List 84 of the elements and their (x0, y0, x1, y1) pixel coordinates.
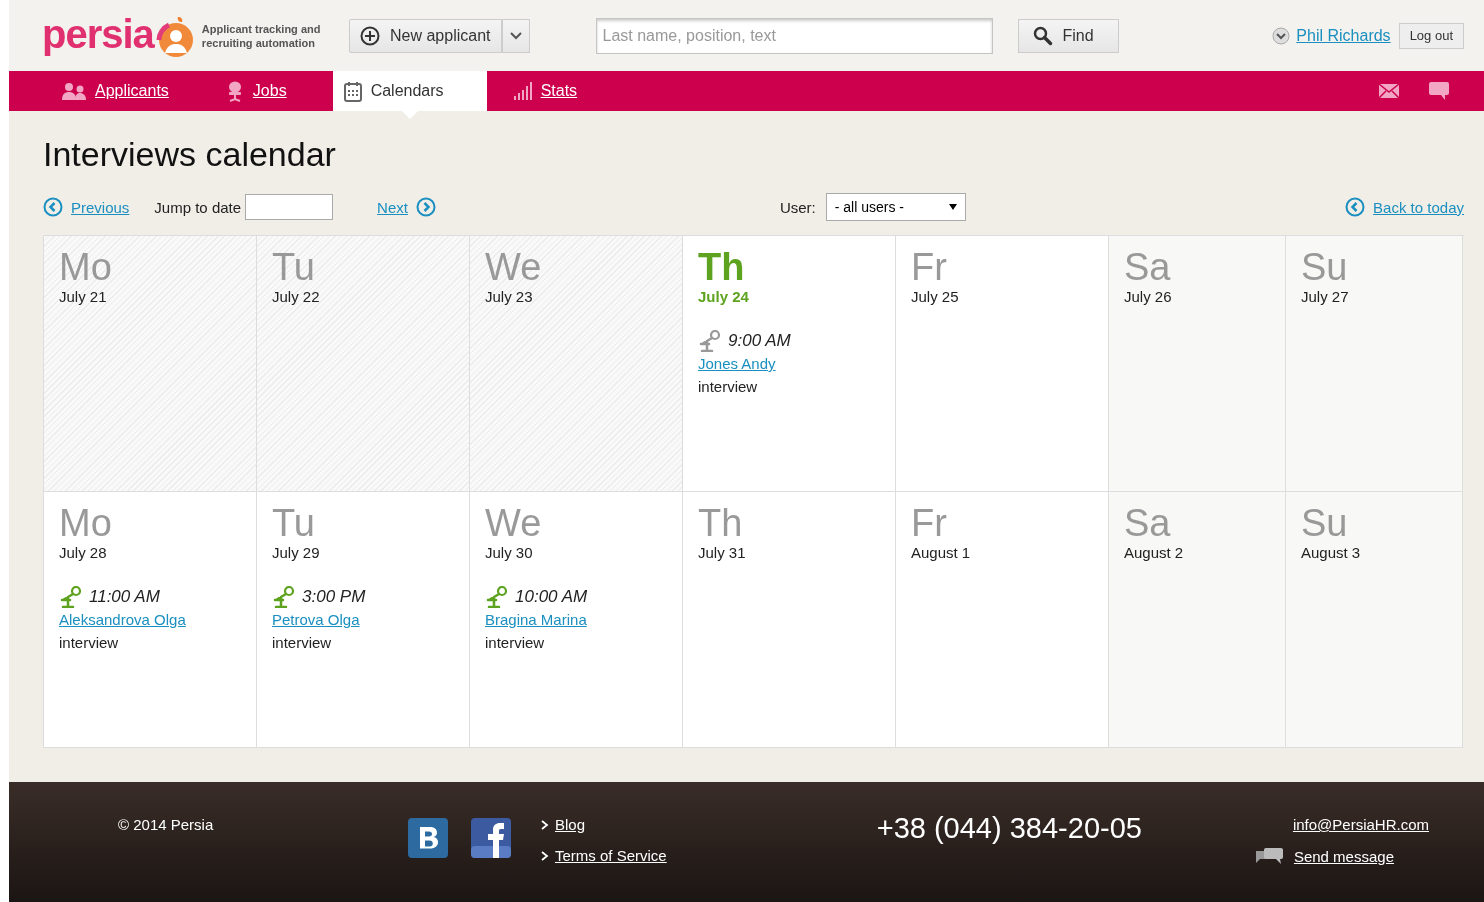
nav-tab[interactable]: Applicants (51, 71, 179, 111)
day-date: July 30 (485, 544, 534, 561)
day-date: August 3 (1301, 544, 1362, 561)
logout-button[interactable]: Log out (1398, 22, 1464, 49)
previous-link[interactable]: Previous (71, 198, 130, 216)
chevron-circle-icon (1272, 26, 1291, 45)
day-date: July 27 (1301, 288, 1350, 305)
phone-number: +38 (044) 384-20-05 (876, 812, 1142, 845)
arrow-left-circle-icon (43, 197, 63, 217)
user-label: User: (779, 198, 816, 216)
weekday: We (485, 502, 543, 544)
weekday: Sa (1124, 246, 1172, 288)
dropdown-button[interactable] (501, 18, 530, 53)
next-link[interactable]: Next (377, 198, 408, 216)
chevron-down-icon (509, 31, 522, 40)
email-link[interactable]: info@PersiaHR.com (1292, 816, 1429, 833)
weekday: Fr (911, 502, 948, 544)
people-icon (61, 80, 87, 102)
weekday: Su (1301, 246, 1349, 288)
nav-tab[interactable]: Jobs (214, 71, 297, 111)
back-to-today-link[interactable]: Back to today (1373, 198, 1464, 216)
chevron-right-icon (541, 850, 549, 861)
date-field[interactable] (245, 194, 334, 220)
weekday: Mo (59, 246, 113, 288)
event-type: interview (485, 633, 545, 653)
applicant-link[interactable]: Petrova Olga (272, 608, 360, 631)
event-time: 9:00 AM (728, 330, 791, 352)
new-applicant-button[interactable]: New applicant (349, 18, 502, 53)
logo-wordmark: persia (42, 13, 154, 54)
weekday: Tu (272, 246, 316, 288)
bar-chart-icon (512, 80, 533, 102)
user-link[interactable]: Phil Richards (1296, 26, 1391, 45)
tagline: Applicant tracking and recruiting automation (201, 21, 322, 50)
day-date: July 29 (272, 544, 321, 561)
day-date: July 22 (272, 288, 321, 305)
event-time: 10:00 AM (515, 586, 588, 608)
facebook-icon (471, 818, 511, 858)
calendar-icon (342, 80, 363, 102)
chat-bubbles-icon (1253, 847, 1284, 865)
event-type: interview (59, 633, 119, 653)
find-button[interactable]: Find (1017, 18, 1119, 53)
mail-icon (1378, 83, 1400, 99)
chevron-right-icon (541, 819, 549, 830)
day-date: July 26 (1124, 288, 1173, 305)
search-icon (1032, 25, 1053, 46)
event-type: interview (272, 633, 332, 653)
event-time: 3:00 PM (302, 586, 366, 608)
page-title: Interviews calendar (43, 135, 337, 174)
applicant-link[interactable]: Jones Andy (698, 352, 776, 375)
applicant-link[interactable]: Bragina Marina (485, 608, 587, 631)
weekday: Sa (1124, 502, 1172, 544)
day-date: July 21 (59, 288, 108, 305)
jump-label: Jump to date (154, 198, 242, 216)
weekday: Th (698, 502, 744, 544)
arrow-left-circle-icon (1345, 197, 1366, 217)
applicant-link[interactable]: Aleksandrova Olga (59, 608, 186, 631)
day-date: July 24 (698, 288, 750, 305)
day-date: July 28 (59, 544, 108, 561)
nav-tab[interactable]: Calendars (332, 71, 487, 111)
chat-icon (1428, 81, 1450, 101)
footer-link[interactable]: Terms of Service (555, 847, 667, 864)
day-date: July 31 (698, 544, 747, 561)
footer-link[interactable]: Blog (555, 816, 586, 833)
weekday: We (485, 246, 543, 288)
event-type: interview (698, 377, 758, 397)
day-date: August 2 (1124, 544, 1185, 561)
copyright: © 2014 Persia (118, 816, 215, 833)
day-date: July 25 (911, 288, 960, 305)
day-date: July 23 (485, 288, 534, 305)
weekday: Th (698, 246, 746, 288)
search-field[interactable]: Last name, position, text (595, 17, 993, 54)
event-time: 11:00 AM (89, 586, 160, 608)
arrow-right-circle-icon (415, 197, 436, 217)
plus-icon (360, 25, 380, 46)
weekday: Fr (911, 246, 948, 288)
weekday: Mo (59, 502, 113, 544)
user-select[interactable]: - all users - (825, 193, 966, 221)
weekday: Tu (272, 502, 316, 544)
vk-icon (408, 818, 448, 858)
dropdown-arrow-icon (948, 204, 957, 210)
send-message-link[interactable]: Send message (1293, 847, 1394, 865)
day-date: August 1 (911, 544, 972, 561)
nav-tab[interactable]: Stats (502, 71, 588, 111)
weekday: Su (1301, 502, 1349, 544)
